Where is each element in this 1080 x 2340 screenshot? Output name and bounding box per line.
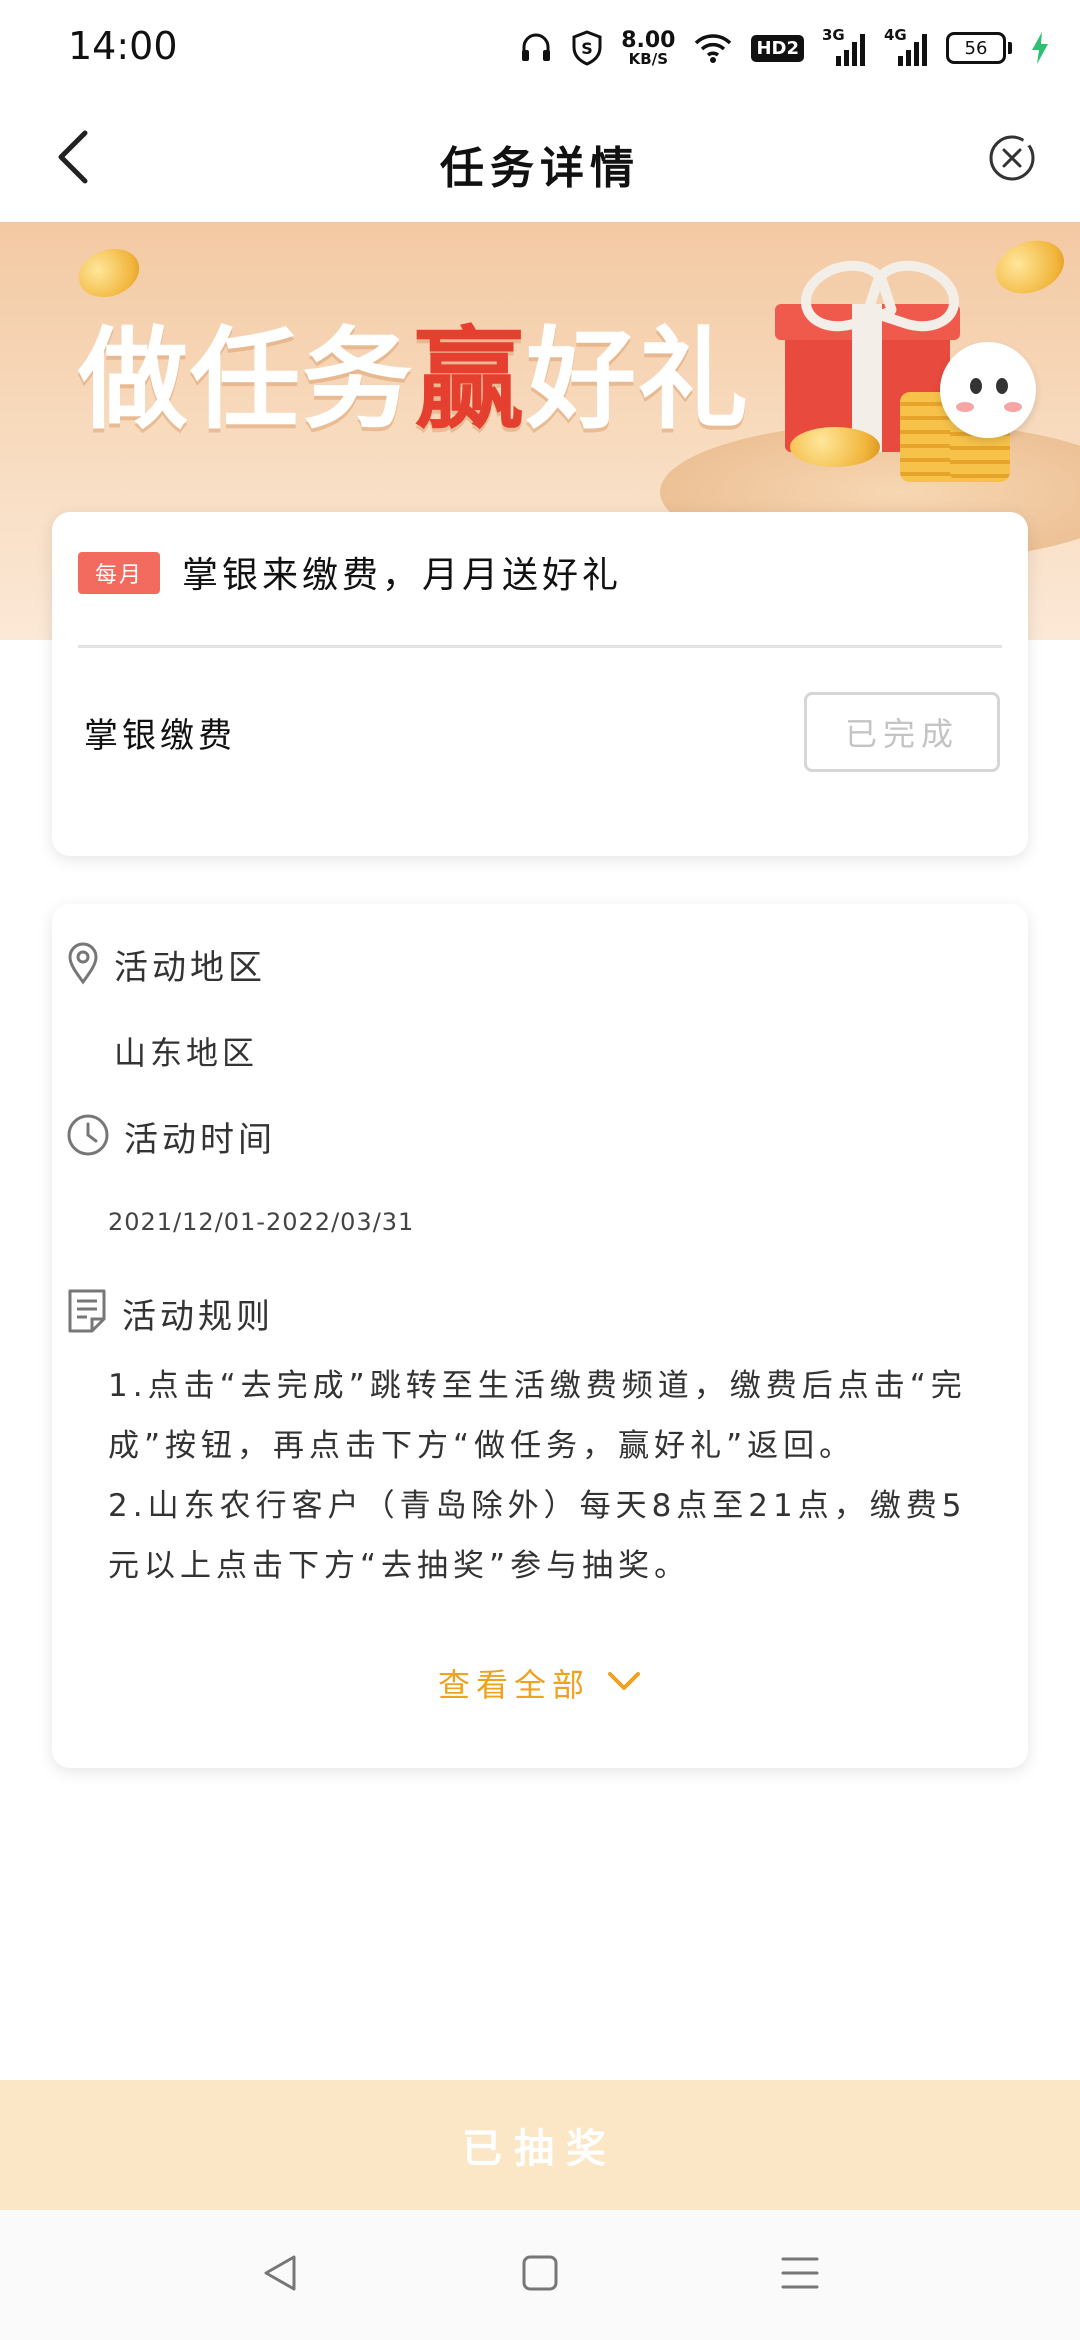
sim1-label: 3G bbox=[822, 26, 845, 44]
banner-text-before: 做任务 bbox=[78, 316, 414, 444]
status-time: 14:00 bbox=[68, 24, 178, 68]
mascot-cheek bbox=[956, 402, 974, 412]
drawn-button-label: 已抽奖 bbox=[462, 2126, 618, 2172]
divider bbox=[78, 645, 1002, 648]
view-all-label: 查看全部 bbox=[437, 1666, 590, 1704]
completed-button[interactable]: 已完成 bbox=[804, 692, 1000, 772]
signal-bar bbox=[922, 34, 927, 66]
document-icon bbox=[66, 1288, 108, 1338]
gold-ingot-icon bbox=[790, 427, 880, 467]
status-bar: 14:00 S 8.00 KB/S HD2 3G 4G 56 bbox=[0, 0, 1080, 96]
nav-home-button[interactable] bbox=[510, 2245, 570, 2305]
signal-bar bbox=[844, 50, 849, 66]
screen: 14:00 S 8.00 KB/S HD2 3G 4G 56 任务详情 做任务赢… bbox=[0, 0, 1080, 2340]
signal-bar bbox=[860, 34, 865, 66]
nav-menu-button[interactable] bbox=[770, 2245, 830, 2305]
net-speed-unit: KB/S bbox=[628, 49, 668, 68]
region-label: 活动地区 bbox=[114, 948, 266, 988]
status-icons: S 8.00 KB/S HD2 3G 4G 56 bbox=[519, 24, 1050, 72]
battery-icon: 56 bbox=[946, 32, 1012, 64]
chevron-down-icon bbox=[606, 1664, 642, 1702]
coin-icon bbox=[988, 231, 1072, 303]
mascot-eye bbox=[996, 378, 1008, 394]
signal-bar bbox=[906, 50, 911, 66]
wifi-icon bbox=[693, 32, 733, 64]
close-circle-icon bbox=[987, 133, 1037, 187]
mascot-cheek bbox=[1004, 402, 1022, 412]
menu-lines-icon bbox=[778, 2251, 822, 2299]
mascot-eye bbox=[970, 378, 982, 394]
region-value: 山东地区 bbox=[114, 1034, 259, 1072]
svg-text:S: S bbox=[581, 39, 593, 58]
drawn-button[interactable]: 已抽奖 bbox=[0, 2080, 1080, 2210]
system-nav-bar bbox=[0, 2210, 1080, 2340]
signal-bar bbox=[836, 56, 841, 66]
banner-headline: 做任务赢好礼 bbox=[78, 290, 750, 450]
battery-nub bbox=[1008, 42, 1012, 54]
hd-icon: HD2 bbox=[751, 34, 804, 62]
back-triangle-icon bbox=[258, 2251, 302, 2299]
banner-text-after: 好礼 bbox=[526, 316, 750, 444]
app-header: 任务详情 bbox=[0, 96, 1080, 222]
shield-icon: S bbox=[571, 30, 603, 66]
frequency-badge: 每月 bbox=[78, 552, 160, 594]
signal-icon: 3G bbox=[822, 26, 866, 66]
headphones-icon bbox=[519, 31, 553, 65]
task-title: 掌银来缴费，月月送好礼 bbox=[182, 555, 623, 596]
rules-label: 活动规则 bbox=[122, 1296, 274, 1337]
page-title: 任务详情 bbox=[440, 143, 640, 194]
sim2-label: 4G bbox=[884, 26, 907, 44]
signal-bar bbox=[914, 42, 919, 66]
signal-bar bbox=[898, 56, 903, 66]
activity-info-card: 活动地区 山东地区 活动时间 2021/12/01-2022/03/31 活动规… bbox=[52, 904, 1028, 1768]
time-label: 活动时间 bbox=[124, 1120, 276, 1160]
signal-icon: 4G bbox=[884, 26, 928, 66]
rule-item: 1.点击“去完成”跳转至生活缴费频道，缴费后点击“完成”按钮，再点击下方“做任务… bbox=[108, 1368, 967, 1464]
rules-row: 活动规则 bbox=[66, 1288, 274, 1338]
task-name: 掌银缴费 bbox=[84, 716, 236, 756]
time-value: 2021/12/01-2022/03/31 bbox=[108, 1208, 415, 1236]
location-pin-icon bbox=[66, 941, 100, 989]
net-speed-value: 8.00 bbox=[621, 27, 676, 53]
close-button[interactable] bbox=[982, 130, 1042, 190]
mascot-icon bbox=[940, 342, 1036, 438]
clock-icon bbox=[66, 1113, 110, 1161]
network-speed: 8.00 KB/S bbox=[621, 27, 676, 68]
nav-back-button[interactable] bbox=[250, 2245, 310, 2305]
battery-level: 56 bbox=[946, 32, 1006, 64]
rule-item: 2.山东农行客户（青岛除外）每天8点至21点，缴费5元以上点击下方“去抽奖”参与… bbox=[108, 1488, 967, 1584]
region-row: 活动地区 bbox=[66, 940, 266, 989]
home-square-icon bbox=[518, 2251, 562, 2299]
banner-text-highlight: 赢 bbox=[414, 316, 526, 444]
signal-bar bbox=[852, 42, 857, 66]
charging-icon bbox=[1030, 31, 1050, 65]
task-card: 每月 掌银来缴费，月月送好礼 掌银缴费 已完成 bbox=[52, 512, 1028, 856]
rules-text: 1.点击“去完成”跳转至生活缴费频道，缴费后点击“完成”按钮，再点击下方“做任务… bbox=[108, 1356, 984, 1596]
time-row: 活动时间 bbox=[66, 1112, 276, 1161]
view-all-button[interactable]: 查看全部 bbox=[52, 1660, 1028, 1706]
